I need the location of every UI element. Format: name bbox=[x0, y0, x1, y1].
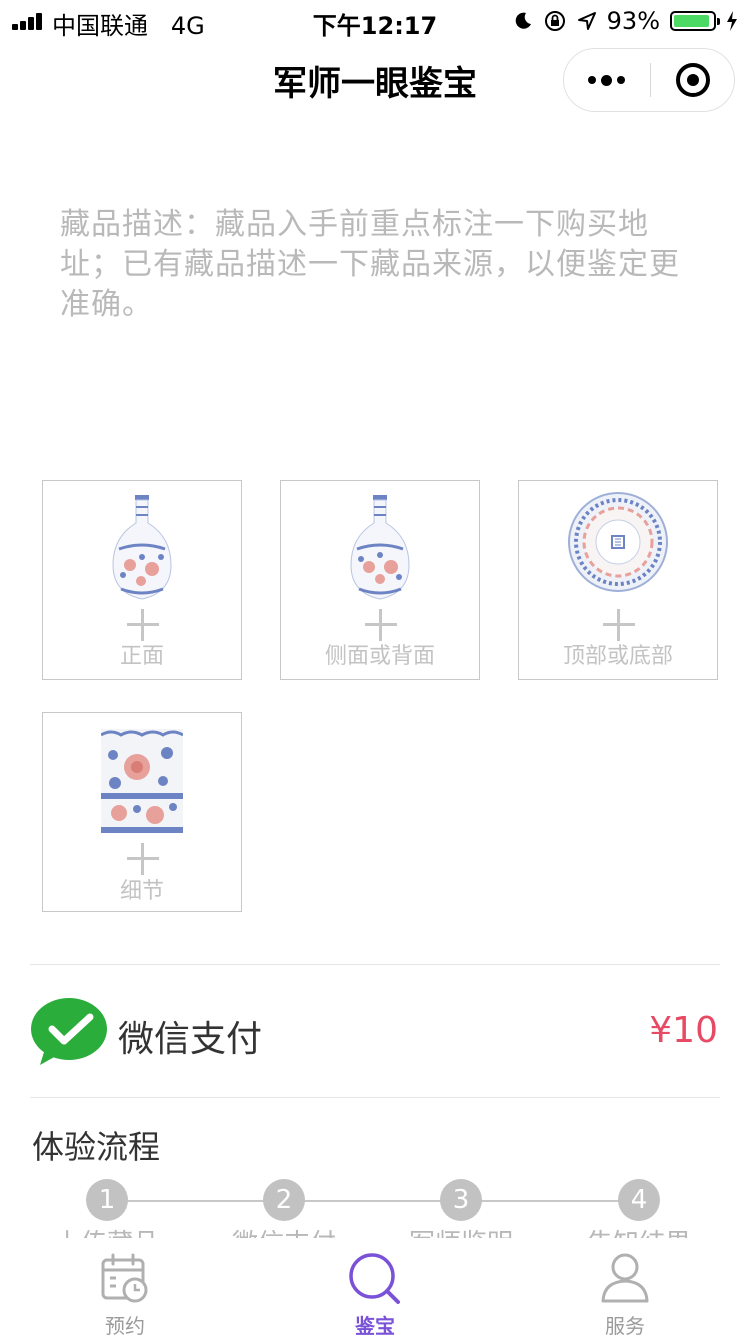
battery-percent: 93% bbox=[606, 7, 660, 35]
tab-service[interactable]: 服务 bbox=[550, 1238, 700, 1338]
tab-label: 预约 bbox=[105, 1314, 145, 1338]
price: ¥10 bbox=[649, 1010, 718, 1051]
description-textarea[interactable]: 藏品描述：藏品入手前重点标注一下购买地址；已有藏品描述一下藏品来源，以便鉴定更准… bbox=[60, 205, 690, 325]
miniprogram-capsule bbox=[563, 48, 735, 112]
upload-label: 正面 bbox=[119, 644, 164, 669]
dot bbox=[617, 76, 625, 84]
upload-detail-tile[interactable]: 细节 bbox=[42, 712, 242, 912]
orientation-lock-icon bbox=[544, 11, 565, 31]
search-icon bbox=[349, 1253, 400, 1304]
plus-icon bbox=[365, 609, 397, 641]
tab-label: 服务 bbox=[605, 1314, 645, 1338]
tab-appraisal[interactable]: 鉴宝 bbox=[300, 1238, 450, 1338]
tab-bar: 预约 鉴宝 服务 bbox=[0, 1238, 750, 1338]
upload-side-tile[interactable]: 侧面或背面 bbox=[280, 480, 480, 680]
plus-icon bbox=[127, 609, 159, 641]
upload-label: 细节 bbox=[119, 879, 164, 904]
tab-appointment[interactable]: 预约 bbox=[50, 1238, 200, 1338]
divider bbox=[30, 1097, 720, 1098]
person-icon bbox=[601, 1253, 649, 1303]
vase-image bbox=[350, 495, 410, 600]
dot bbox=[601, 74, 612, 86]
flow-connector bbox=[107, 1200, 640, 1202]
step-1-badge: 1 bbox=[86, 1179, 128, 1221]
upload-label: 侧面或背面 bbox=[324, 644, 435, 669]
upload-front-tile[interactable]: 正面 bbox=[42, 480, 242, 680]
battery-icon bbox=[670, 11, 720, 31]
payment-method-label: 微信支付 bbox=[118, 1019, 263, 1060]
moon-icon bbox=[515, 12, 531, 29]
detail-image bbox=[101, 729, 183, 833]
step-4-badge: 4 bbox=[618, 1179, 660, 1221]
step-3-label: 军师鉴明 bbox=[386, 1228, 536, 1238]
step-1-label: 上传藏品 bbox=[32, 1228, 182, 1238]
location-icon bbox=[577, 12, 596, 30]
step-4-label: 告知结果 bbox=[564, 1228, 714, 1238]
step-2-label: 微信支付 bbox=[209, 1228, 359, 1238]
plus-icon bbox=[127, 843, 159, 875]
capsule-divider bbox=[650, 63, 651, 97]
status-indicators: 93% bbox=[513, 6, 738, 36]
wechat-pay-icon bbox=[31, 998, 107, 1065]
calendar-icon bbox=[101, 1253, 148, 1303]
status-bar: 中国联通 4G 下午12:17 93% bbox=[0, 0, 750, 40]
more-options-button[interactable] bbox=[588, 67, 628, 93]
plus-icon bbox=[603, 609, 635, 641]
upload-label: 顶部或底部 bbox=[562, 644, 673, 669]
divider bbox=[30, 964, 720, 965]
plate-image bbox=[568, 492, 668, 592]
vase-image bbox=[112, 495, 172, 600]
flow-title: 体验流程 bbox=[32, 1128, 161, 1166]
step-3-badge: 3 bbox=[440, 1179, 482, 1221]
step-2-badge: 2 bbox=[263, 1179, 305, 1221]
upload-bottom-tile[interactable]: 顶部或底部 bbox=[518, 480, 718, 680]
dot bbox=[588, 76, 596, 84]
close-miniprogram-button[interactable] bbox=[676, 63, 710, 97]
tab-label: 鉴宝 bbox=[355, 1314, 395, 1338]
charging-icon bbox=[727, 11, 737, 31]
